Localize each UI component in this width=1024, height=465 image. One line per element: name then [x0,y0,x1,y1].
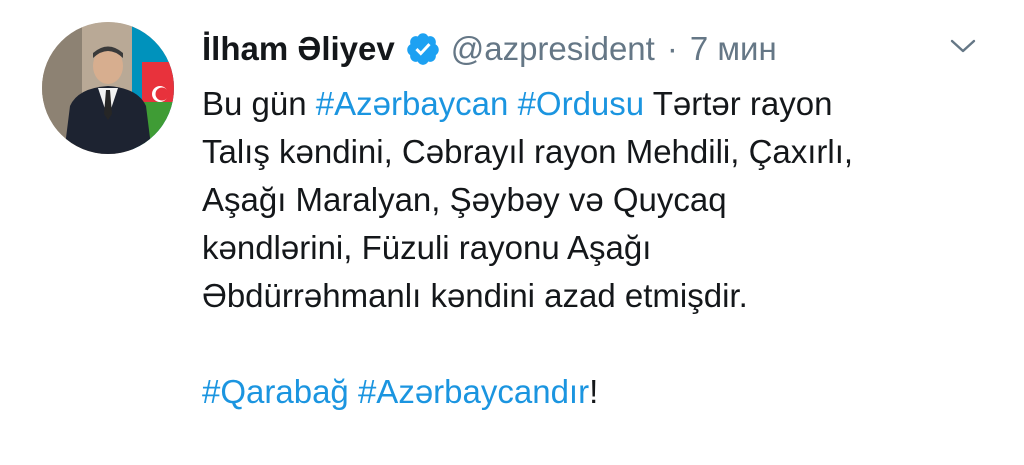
tweet-line-3: Aşağı Maralyan, Şəybəy və Quycaq [202,181,727,218]
tweet-hashtag-line: #Qarabağ #Azərbaycandır! [202,368,992,416]
avatar[interactable] [42,22,174,154]
hashtag-ordusu[interactable]: #Ordusu [518,85,645,122]
text-space [508,85,517,122]
tweet-card: İlham Əliyev @azpresident · 7 мин Bu gün… [0,0,1024,465]
tweet-text: Bu gün #Azərbaycan #Ordusu Tərtər rayon … [202,80,992,416]
verified-badge-icon [405,31,441,67]
text-segment: Tərtər rayon [644,85,833,122]
tweet-line-4: kəndlərini, Füzuli rayonu Aşağı [202,229,652,266]
tweet-header: İlham Əliyev @azpresident · 7 мин [202,26,964,72]
text-segment: Bu gün [202,85,316,122]
separator-dot: · [666,30,678,67]
hashtag-azerbaycan[interactable]: #Azərbaycan [316,85,509,122]
text-space [349,373,358,410]
tweet-line-5: Əbdürrəhmanlı kəndini azad etmişdir. [202,277,748,314]
hashtag-qarabag[interactable]: #Qarabağ [202,373,349,410]
hashtag-azerbaycandir[interactable]: #Azərbaycandır [358,373,589,410]
tweet-line-1: Bu gün #Azərbaycan #Ordusu Tərtər rayon [202,80,992,128]
author-name[interactable]: İlham Əliyev [202,29,395,69]
author-handle[interactable]: @azpresident [451,29,655,69]
avatar-photo [42,22,174,154]
exclamation: ! [589,373,599,410]
chevron-down-icon[interactable] [948,34,978,58]
tweet-line-2: Talış kəndini, Cəbrayıl rayon Mehdili, Ç… [202,133,854,170]
tweet-timestamp[interactable]: 7 мин [690,29,777,69]
